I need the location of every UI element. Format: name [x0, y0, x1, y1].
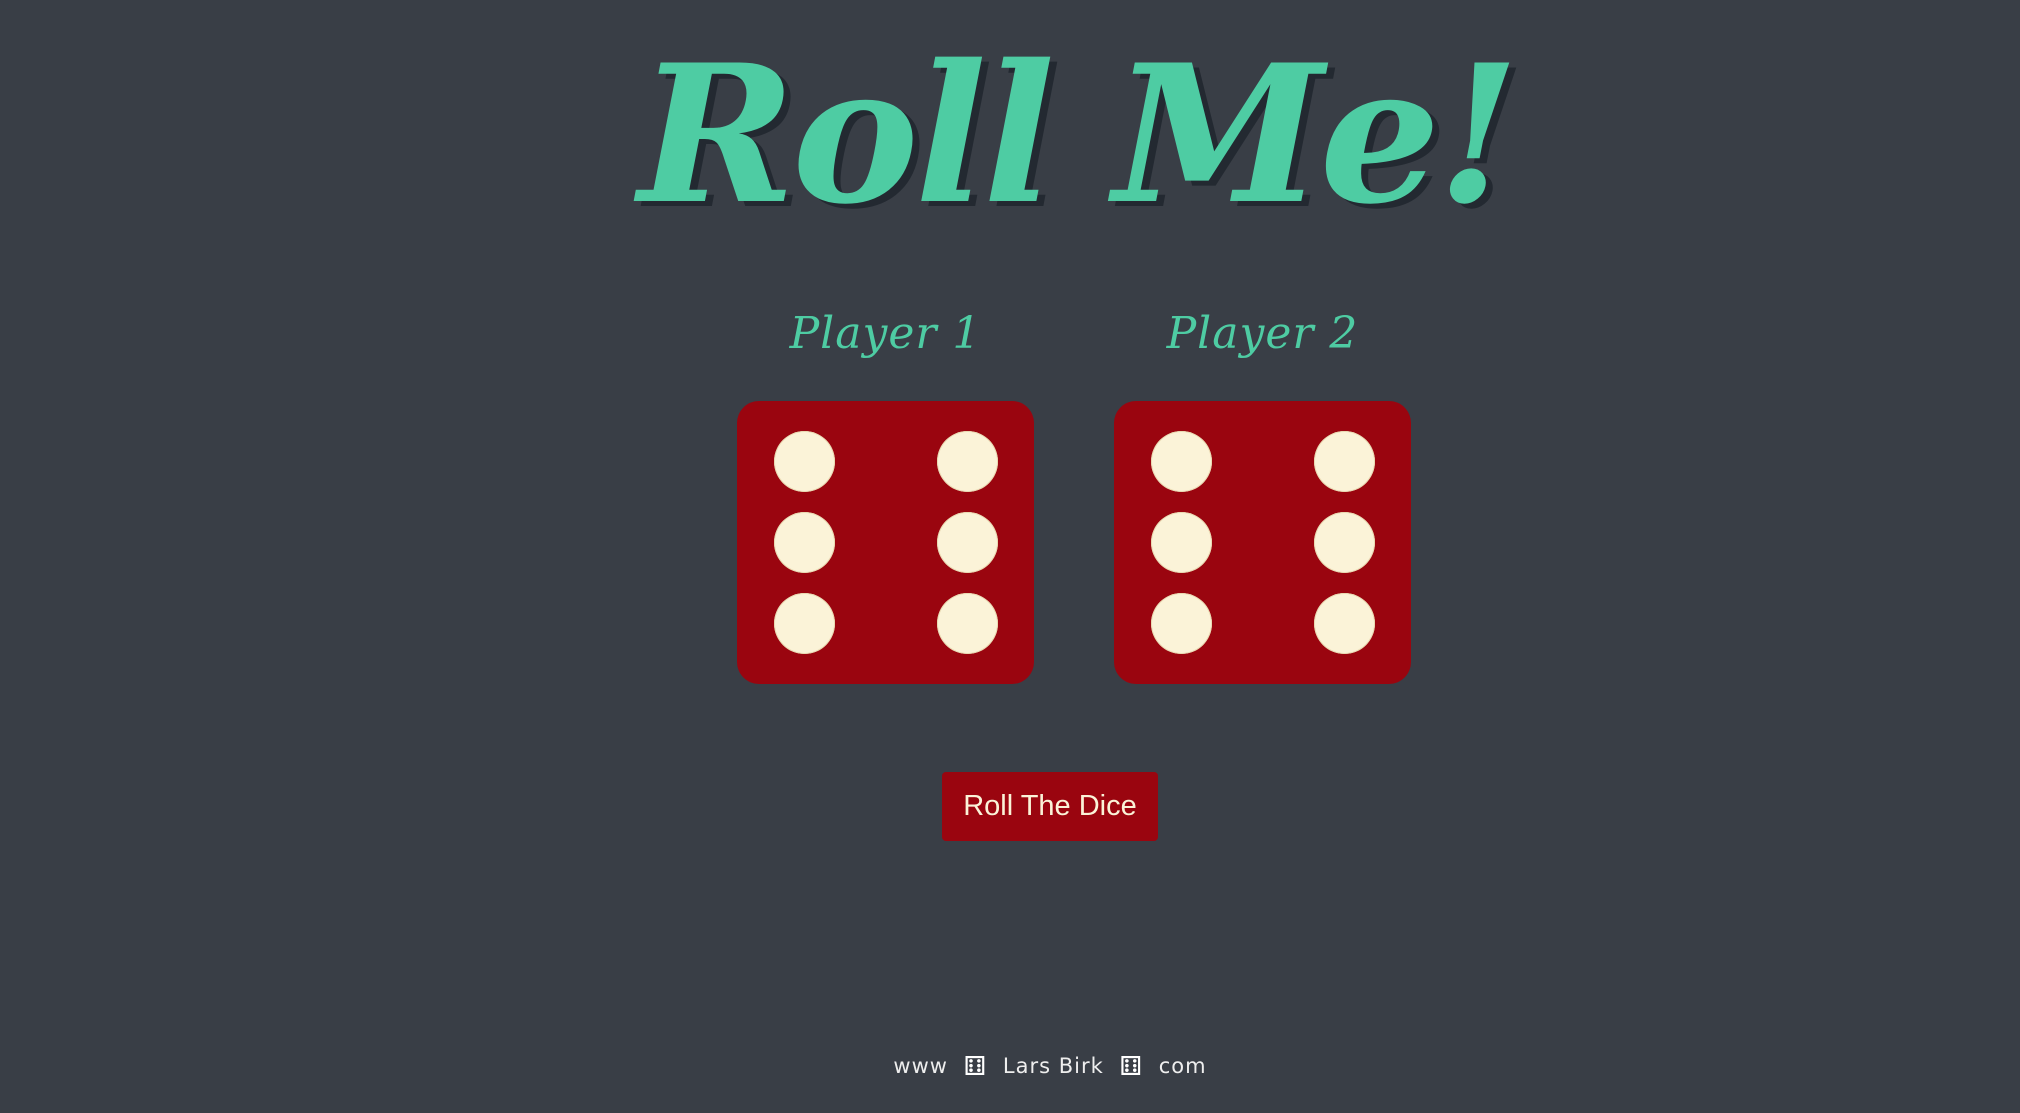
die-pip [1151, 593, 1212, 654]
footer-part-name: Lars Birk [1002, 1054, 1104, 1078]
die-pip [774, 512, 835, 573]
die-pip [1151, 431, 1212, 492]
die-pip [1151, 512, 1212, 573]
player-1-panel: Player 1 [737, 308, 1034, 684]
footer: www ⚅ Lars Birk ⚅ com [0, 1052, 2020, 1082]
die-pip [1314, 431, 1375, 492]
footer-part-www: www [893, 1054, 948, 1078]
die-pip [937, 512, 998, 573]
player-1-label: Player 1 [789, 308, 982, 359]
page-title: Roll Me! [638, 23, 1520, 246]
player-2-die [1114, 401, 1411, 684]
player-1-die [737, 401, 1034, 684]
die-pip [774, 431, 835, 492]
die-pip [1314, 512, 1375, 573]
die-pip [937, 593, 998, 654]
die-pip [937, 431, 998, 492]
dice-icon: ⚅ [963, 1052, 988, 1082]
footer-part-com: com [1158, 1054, 1207, 1078]
die-pip [774, 593, 835, 654]
dice-icon: ⚅ [1119, 1052, 1144, 1082]
player-2-panel: Player 2 [1114, 308, 1411, 684]
die-pip [1314, 593, 1375, 654]
roll-dice-button[interactable]: Roll The Dice [942, 772, 1158, 841]
player-2-label: Player 2 [1166, 308, 1359, 359]
